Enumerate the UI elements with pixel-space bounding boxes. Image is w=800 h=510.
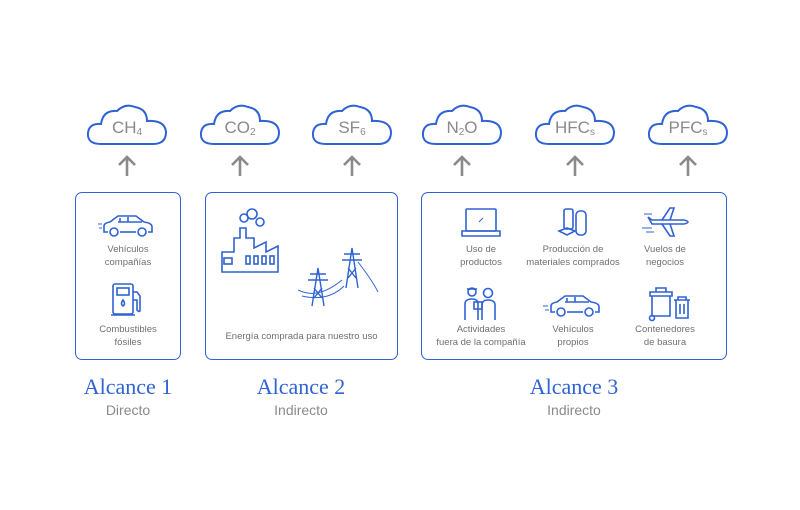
gas-label: PFCs bbox=[668, 118, 708, 138]
scope2-label: Energía comprada para nuestro uso bbox=[225, 331, 378, 342]
trash-bins-icon bbox=[648, 287, 690, 322]
scope3-item: Contenedores de basura bbox=[635, 324, 695, 348]
scope3-item: Vuelos de negocios bbox=[644, 244, 686, 268]
gas-label: HFCs bbox=[555, 118, 595, 138]
arrow-up-icon bbox=[565, 155, 585, 177]
scope1-item-fossil-fuels: Combustibles fósiles bbox=[99, 324, 157, 348]
car-icon bbox=[98, 215, 153, 237]
scope3-subtitle: Indirecto bbox=[547, 402, 601, 418]
car-icon bbox=[543, 295, 600, 317]
scope1-title: Alcance 1 bbox=[83, 374, 173, 399]
gas-label: N2O bbox=[446, 118, 478, 138]
scope3-heading: Alcance 3 Indirecto bbox=[474, 374, 674, 418]
gas-cloud: CO2 bbox=[198, 101, 282, 147]
scope2-heading: Alcance 2 Indirecto bbox=[201, 374, 401, 418]
gas-label: SF6 bbox=[338, 118, 366, 138]
scope2-subtitle: Indirecto bbox=[274, 402, 328, 418]
arrow-up-icon bbox=[117, 155, 137, 177]
gas-cloud: N2O bbox=[420, 101, 504, 147]
emission-scopes-diagram: CH4 CO2 SF6 N2O HFCs PFCs Vehículos compañías … bbox=[0, 0, 800, 510]
airplane-icon bbox=[642, 207, 689, 237]
gas-label: CH4 bbox=[111, 118, 143, 138]
gas-cloud: HFCs bbox=[533, 101, 617, 147]
power-towers-icon bbox=[298, 247, 379, 307]
people-icon bbox=[464, 287, 496, 320]
scope1-item-vehicles: Vehículos compañías bbox=[104, 244, 152, 268]
gas-label: CO2 bbox=[224, 118, 256, 138]
gas-cloud: CH4 bbox=[85, 101, 169, 147]
arrow-up-icon bbox=[230, 155, 250, 177]
fuel-pump-icon bbox=[111, 283, 141, 316]
gas-cloud: SF6 bbox=[310, 101, 394, 147]
materials-icon bbox=[557, 208, 587, 236]
arrow-up-icon bbox=[452, 155, 472, 177]
scope3-title: Alcance 3 bbox=[529, 374, 619, 399]
arrow-up-icon bbox=[342, 155, 362, 177]
scope1-heading: Alcance 1 Directo bbox=[28, 374, 228, 418]
gas-cloud: PFCs bbox=[646, 101, 730, 147]
arrow-up-icon bbox=[678, 155, 698, 177]
laptop-icon bbox=[461, 208, 501, 237]
scope2-title: Alcance 2 bbox=[256, 374, 346, 399]
scope1-subtitle: Directo bbox=[105, 402, 151, 418]
factory-icon bbox=[221, 208, 279, 273]
